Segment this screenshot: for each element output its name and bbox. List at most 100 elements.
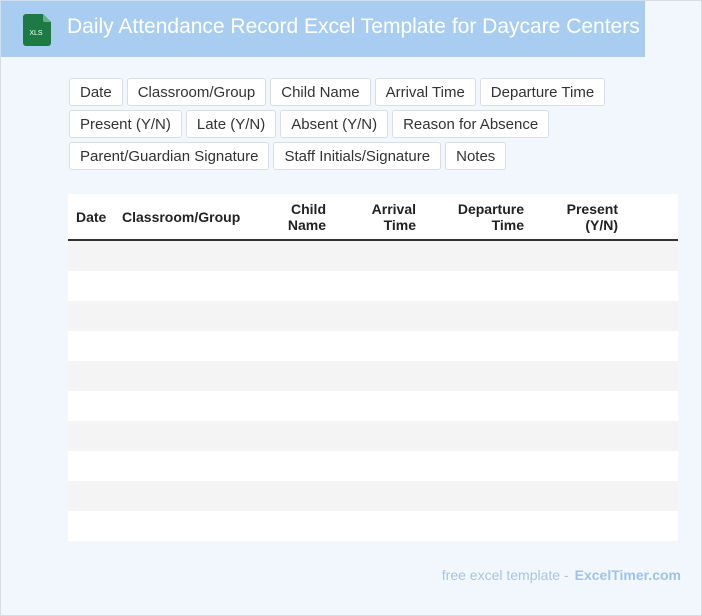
table-cell[interactable]: [264, 421, 334, 451]
table-cell[interactable]: [68, 511, 114, 541]
field-chip[interactable]: Parent/Guardian Signature: [69, 142, 270, 170]
table-cell[interactable]: [264, 271, 334, 301]
table-cell[interactable]: [424, 240, 532, 271]
table-cell[interactable]: [424, 361, 532, 391]
table-cell[interactable]: [334, 301, 424, 331]
footer-credit: free excel template - ExcelTimer.com: [442, 567, 681, 583]
table-cell[interactable]: [114, 240, 264, 271]
table-cell[interactable]: [334, 271, 424, 301]
table-row: [68, 451, 678, 481]
table-body: [68, 240, 678, 541]
column-header: Arrival Time: [334, 194, 424, 241]
table-cell[interactable]: [68, 451, 114, 481]
table-cell[interactable]: [532, 331, 626, 361]
table-cell[interactable]: [334, 361, 424, 391]
table-cell[interactable]: [264, 481, 334, 511]
table-cell[interactable]: [264, 331, 334, 361]
table-cell[interactable]: [626, 331, 678, 361]
table-cell[interactable]: [424, 391, 532, 421]
table-cell[interactable]: [532, 421, 626, 451]
field-chip[interactable]: Present (Y/N): [69, 110, 182, 138]
table-row: [68, 271, 678, 301]
table-row: [68, 391, 678, 421]
column-header: Date: [68, 194, 114, 241]
table-cell[interactable]: [264, 240, 334, 271]
table-cell[interactable]: [532, 271, 626, 301]
table-cell[interactable]: [626, 391, 678, 421]
table-cell[interactable]: [264, 451, 334, 481]
table-cell[interactable]: [424, 331, 532, 361]
field-chip[interactable]: Notes: [445, 142, 507, 170]
table-cell[interactable]: [334, 331, 424, 361]
table-row: [68, 331, 678, 361]
table-cell[interactable]: [68, 391, 114, 421]
table-cell[interactable]: [264, 301, 334, 331]
footer-brand-link[interactable]: ExcelTimer.com: [575, 567, 681, 583]
table-cell[interactable]: [532, 511, 626, 541]
table-cell[interactable]: [626, 271, 678, 301]
field-chip[interactable]: Departure Time: [479, 78, 606, 106]
table-cell[interactable]: [532, 361, 626, 391]
field-chip[interactable]: Classroom/Group: [126, 78, 267, 106]
footer-text: free excel template -: [441, 567, 569, 583]
table-cell[interactable]: [114, 451, 264, 481]
table-cell[interactable]: [114, 421, 264, 451]
table-cell[interactable]: [626, 240, 678, 271]
table-cell[interactable]: [68, 271, 114, 301]
table-cell[interactable]: [424, 451, 532, 481]
page-title: Daily Attendance Record Excel Template f…: [67, 15, 640, 38]
table-cell[interactable]: [424, 421, 532, 451]
table-cell[interactable]: [626, 301, 678, 331]
field-chip[interactable]: Late (Y/N): [185, 110, 277, 138]
table-cell[interactable]: [114, 301, 264, 331]
column-header: Late (Y/N): [626, 194, 678, 241]
table-cell[interactable]: [334, 240, 424, 271]
table-cell[interactable]: [68, 331, 114, 361]
table-cell[interactable]: [68, 301, 114, 331]
table-cell[interactable]: [532, 240, 626, 271]
table-cell[interactable]: [626, 511, 678, 541]
field-chip[interactable]: Arrival Time: [374, 78, 476, 106]
table-cell[interactable]: [532, 301, 626, 331]
table-cell[interactable]: [626, 451, 678, 481]
table-header-row: Date Classroom/Group Child Name Arrival Tim…: [68, 194, 678, 241]
table-cell[interactable]: [334, 421, 424, 451]
field-chip[interactable]: Staff Initials/Signature: [273, 142, 442, 170]
table-cell[interactable]: [424, 511, 532, 541]
table-cell[interactable]: [68, 481, 114, 511]
table-cell[interactable]: [424, 301, 532, 331]
table-cell[interactable]: [264, 391, 334, 421]
table-cell[interactable]: [424, 271, 532, 301]
table-cell[interactable]: [532, 391, 626, 421]
table-cell[interactable]: [424, 481, 532, 511]
table-cell[interactable]: [532, 451, 626, 481]
table-cell[interactable]: [68, 240, 114, 271]
table-cell[interactable]: [114, 361, 264, 391]
table-cell[interactable]: [68, 421, 114, 451]
table-row: [68, 481, 678, 511]
table-cell[interactable]: [114, 391, 264, 421]
table-cell[interactable]: [334, 481, 424, 511]
field-chip[interactable]: Reason for Absence: [392, 110, 550, 138]
excel-file-icon: XLS: [23, 14, 51, 46]
table-cell[interactable]: [626, 481, 678, 511]
table-row: [68, 301, 678, 331]
field-chip[interactable]: Date: [69, 78, 123, 106]
table-cell[interactable]: [334, 511, 424, 541]
table-cell[interactable]: [114, 481, 264, 511]
field-chip[interactable]: Child Name: [270, 78, 371, 106]
table-cell[interactable]: [264, 361, 334, 391]
table-cell[interactable]: [114, 511, 264, 541]
table-row: [68, 421, 678, 451]
table-cell[interactable]: [532, 481, 626, 511]
table-cell[interactable]: [114, 331, 264, 361]
field-chip[interactable]: Absent (Y/N): [280, 110, 389, 138]
table-cell[interactable]: [626, 361, 678, 391]
table-cell[interactable]: [626, 421, 678, 451]
table-cell[interactable]: [334, 391, 424, 421]
table-cell[interactable]: [68, 361, 114, 391]
column-header: Present (Y/N): [532, 194, 626, 241]
table-cell[interactable]: [114, 271, 264, 301]
table-cell[interactable]: [264, 511, 334, 541]
table-cell[interactable]: [334, 451, 424, 481]
